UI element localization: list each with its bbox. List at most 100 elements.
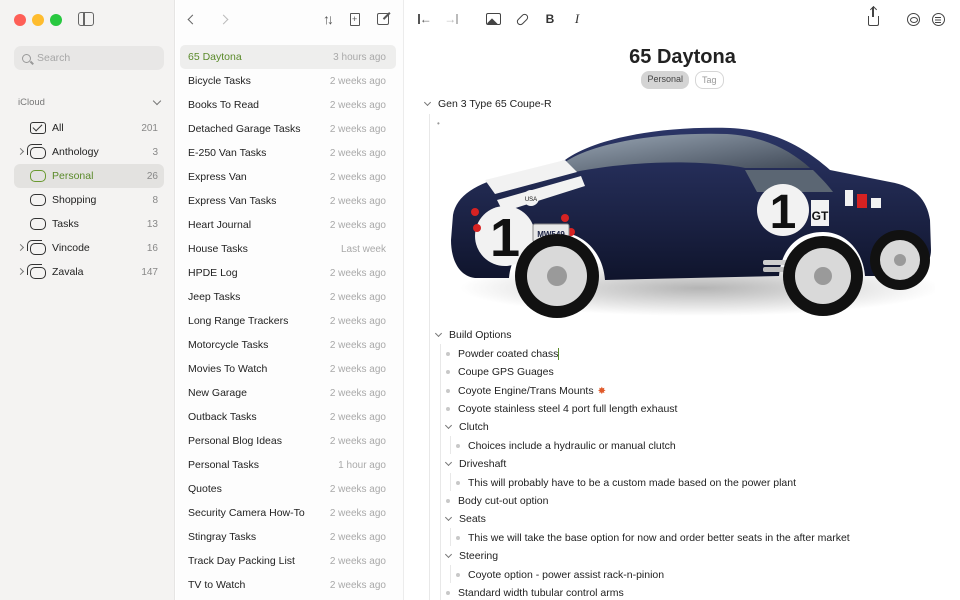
note-title: Heart Journal (188, 219, 252, 231)
list-item[interactable]: Stingray Tasks 2 weeks ago (180, 525, 396, 549)
group-label: iCloud (18, 97, 45, 108)
outline-row[interactable]: Coupe GPS Guages (446, 363, 554, 381)
sidebar-toggle-icon[interactable] (78, 12, 94, 26)
chevron-right-icon[interactable] (16, 243, 25, 252)
share-button[interactable] (862, 7, 884, 30)
outline-row[interactable]: Coyote option - power assist rack-n-pini… (456, 566, 664, 584)
close-window-button[interactable] (14, 14, 26, 26)
back-button[interactable] (180, 8, 202, 30)
chevron-right-icon[interactable] (16, 267, 25, 276)
chevron-down-icon[interactable] (444, 513, 453, 522)
compose-button[interactable] (372, 8, 394, 30)
outline-row[interactable]: Seats (444, 510, 486, 528)
outdent-button[interactable]: ← (414, 8, 436, 30)
list-item[interactable]: Long Range Trackers 2 weeks ago (180, 309, 396, 333)
sidebar-item-anthology[interactable]: Anthology 3 (14, 140, 164, 164)
list-item[interactable]: Personal Tasks 1 hour ago (180, 453, 396, 477)
note-title: New Garage (188, 387, 247, 399)
outline-row[interactable]: Coyote Engine/Trans Mounts ✸ (446, 382, 606, 400)
icloud-group-header[interactable]: iCloud (18, 96, 162, 108)
italic-button[interactable]: I (566, 8, 588, 30)
new-document-button[interactable] (344, 8, 366, 30)
outline-text: Clutch (459, 421, 489, 433)
outline-row[interactable]: Clutch (444, 418, 489, 436)
document-title[interactable]: 65 Daytona (405, 46, 960, 69)
list-item[interactable]: Bicycle Tasks 2 weeks ago (180, 69, 396, 93)
insert-image-button[interactable] (482, 8, 504, 30)
notebook-icon (30, 170, 46, 182)
tag-chip[interactable]: Personal (641, 71, 689, 89)
chevron-down-icon[interactable] (444, 421, 453, 430)
note-timestamp: Last week (340, 243, 386, 255)
outline-row[interactable]: Standard width tubular control arms (446, 584, 624, 600)
outline-text: Coyote option - power assist rack-n-pini… (468, 569, 665, 581)
sidebar-item-zavala[interactable]: Zavala 147 (14, 260, 164, 284)
outline-row[interactable]: Coyote stainless steel 4 port full lengt… (446, 400, 677, 418)
list-item[interactable]: Quotes 2 weeks ago (180, 477, 396, 501)
list-item[interactable]: Express Van 2 weeks ago (180, 165, 396, 189)
chevron-right-icon[interactable] (16, 147, 25, 156)
sidebar-item-label: Shopping (52, 194, 97, 206)
list-item[interactable]: 65 Daytona 3 hours ago (180, 45, 396, 69)
list-item[interactable]: HPDE Log 2 weeks ago (180, 261, 396, 285)
list-item[interactable]: TV to Watch 2 weeks ago (180, 573, 396, 597)
zoom-window-button[interactable] (50, 14, 62, 26)
outline-row[interactable]: Steering (444, 547, 498, 565)
note-title: Express Van Tasks (188, 195, 277, 207)
editor-pane: ← → B I 65 Daytona Personal Tag Gen 3 Ty… (405, 0, 960, 600)
bullet-icon (446, 370, 450, 374)
list-item[interactable]: Express Van Tasks 2 weeks ago (180, 189, 396, 213)
chevron-down-icon[interactable] (423, 98, 432, 107)
outline-row[interactable]: Gen 3 Type 65 Coupe-R (423, 95, 552, 113)
focus-button[interactable] (902, 8, 924, 30)
chevron-down-icon[interactable] (434, 329, 443, 338)
list-item[interactable]: Movies To Watch 2 weeks ago (180, 357, 396, 381)
tag-bar: Personal Tag (405, 71, 960, 89)
insert-link-button[interactable] (511, 8, 533, 30)
note-timestamp: 2 weeks ago (329, 219, 386, 231)
list-item[interactable]: Motorcycle Tasks 2 weeks ago (180, 333, 396, 357)
filter-button[interactable] (927, 8, 949, 30)
bold-button[interactable]: B (539, 8, 561, 30)
outline-row[interactable]: This we will take the base option for no… (456, 529, 850, 547)
minimize-window-button[interactable] (32, 14, 44, 26)
sidebar-item-shopping[interactable]: Shopping 8 (14, 188, 164, 212)
sidebar-item-tasks[interactable]: Tasks 13 (14, 212, 164, 236)
car-image[interactable]: 1 1 GT USA MW549 (445, 120, 940, 325)
list-item[interactable]: Jeep Tasks 2 weeks ago (180, 285, 396, 309)
chevron-left-icon (187, 14, 198, 24)
list-item[interactable]: Outback Tasks 2 weeks ago (180, 405, 396, 429)
sidebar-item-personal[interactable]: Personal 26 (14, 164, 164, 188)
sidebar-item-count: 201 (141, 122, 158, 134)
italic-icon: I (574, 11, 580, 26)
chevron-down-icon[interactable] (444, 458, 453, 467)
list-item[interactable]: Personal Blog Ideas 2 weeks ago (180, 429, 396, 453)
add-tag-chip[interactable]: Tag (695, 71, 724, 89)
list-item[interactable]: Track Day Packing List 2 weeks ago (180, 549, 396, 573)
outline-row[interactable]: Driveshaft (444, 455, 506, 473)
list-item[interactable]: Detached Garage Tasks 2 weeks ago (180, 117, 396, 141)
search-input[interactable] (37, 52, 152, 64)
list-item[interactable]: New Garage 2 weeks ago (180, 381, 396, 405)
outline-row[interactable]: This will probably have to be a custom m… (456, 474, 796, 492)
list-item[interactable]: House Tasks Last week (180, 237, 396, 261)
chevron-down-icon[interactable] (444, 550, 453, 559)
list-item[interactable]: E-250 Van Tasks 2 weeks ago (180, 141, 396, 165)
sidebar-item-all[interactable]: All 201 (14, 116, 164, 140)
list-item[interactable]: Books To Read 2 weeks ago (180, 93, 396, 117)
outline-row[interactable]: Build Options (434, 326, 511, 344)
usa-badge: USA (525, 197, 537, 203)
sidebar-item-vincode[interactable]: Vincode 16 (14, 236, 164, 260)
sort-button[interactable]: ↑↓ (316, 8, 338, 30)
outline-row[interactable]: Powder coated chass (446, 345, 560, 363)
note-timestamp: 2 weeks ago (329, 555, 386, 567)
forward-button[interactable] (214, 8, 236, 30)
list-item[interactable]: Heart Journal 2 weeks ago (180, 213, 396, 237)
outline-row[interactable]: Choices include a hydraulic or manual cl… (456, 437, 676, 455)
search-field[interactable] (14, 46, 164, 70)
outline-row[interactable]: Body cut-out option (446, 492, 548, 510)
outline-text: This we will take the base option for no… (468, 532, 850, 544)
note-title: Personal Blog Ideas (188, 435, 282, 447)
indent-button[interactable]: → (440, 8, 462, 30)
list-item[interactable]: Security Camera How-To 2 weeks ago (180, 501, 396, 525)
